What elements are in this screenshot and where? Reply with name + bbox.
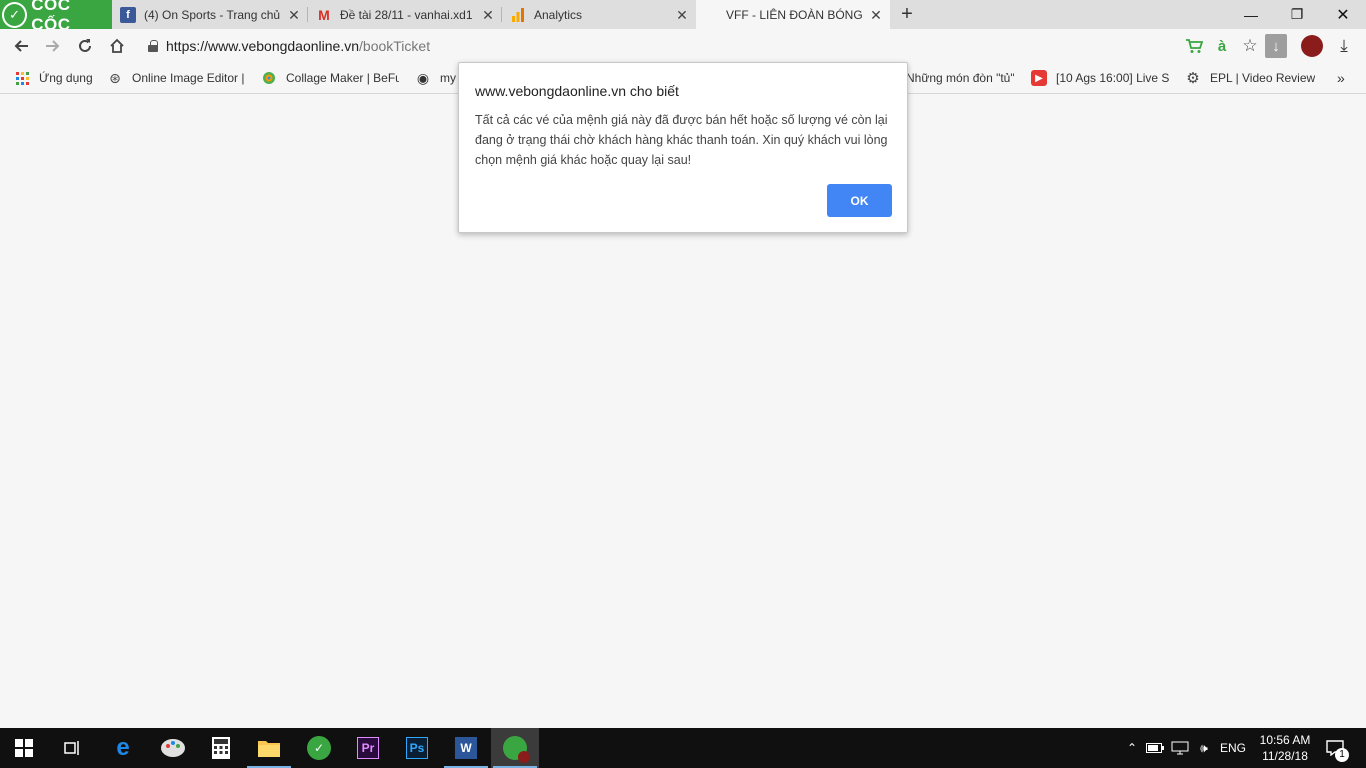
windows-icon: [15, 739, 33, 757]
calculator-taskbar-button[interactable]: [197, 728, 245, 768]
close-tab-icon[interactable]: ✕: [674, 7, 690, 23]
action-center-button[interactable]: 1: [1320, 728, 1350, 768]
reload-icon: [79, 39, 91, 52]
bookmarks-overflow-chevron-icon[interactable]: »: [1337, 69, 1345, 87]
file-explorer-icon: [258, 741, 280, 757]
tab-title: (4) On Sports - Trang chủ: [144, 7, 280, 22]
bookmark-live-stream[interactable]: ▶ [10 Ags 16:00] Live St: [1031, 69, 1169, 87]
paint-taskbar-button[interactable]: [149, 728, 197, 768]
clock-date: 11/28/18: [1262, 749, 1308, 763]
vietnamese-input-icon[interactable]: à: [1211, 33, 1233, 59]
windows-taskbar: e ✓ Pr Ps W ⌃ 🕪 ENG 10:56 AM 11/28/18 1: [0, 728, 1366, 768]
gmail-icon: M: [318, 6, 330, 23]
bookmark-label: Collage Maker | BeFu: [286, 71, 399, 85]
close-window-button[interactable]: ✕: [1320, 0, 1366, 29]
coccoc-active-taskbar-button[interactable]: [491, 728, 539, 768]
close-tab-icon[interactable]: ✕: [286, 7, 302, 23]
video-icon: ▶: [1031, 70, 1047, 86]
forward-arrow-icon: [46, 40, 60, 52]
bookmark-my[interactable]: ◉ my: [415, 69, 457, 87]
notification-badge: 1: [1335, 748, 1349, 762]
photoshop-taskbar-button[interactable]: Ps: [393, 728, 441, 768]
home-button[interactable]: [104, 33, 130, 59]
tab-title: VFF - LIÊN ĐOÀN BÓNG ĐÁ: [726, 7, 862, 22]
url-host: https://www.vebongdaonline.vn: [166, 38, 360, 54]
aperture-icon: ⊛: [109, 69, 121, 86]
file-explorer-taskbar-button[interactable]: [245, 728, 293, 768]
battery-icon[interactable]: [1144, 728, 1166, 768]
minimize-button[interactable]: —: [1228, 0, 1274, 29]
bookmark-label: Ứng dụng: [39, 71, 93, 85]
facebook-icon: f: [120, 6, 136, 23]
browser-toolbar: https://www.vebongdaonline.vn/bookTicket: [0, 29, 1366, 62]
reload-button[interactable]: [72, 33, 98, 59]
tab-gmail[interactable]: M Đề tài 28/11 - vanhai.xd1 ✕: [308, 0, 502, 29]
premiere-icon: Pr: [357, 737, 379, 759]
back-button[interactable]: [8, 33, 34, 59]
bookmark-label: Online Image Editor |: [132, 71, 245, 85]
home-icon: [110, 38, 124, 53]
start-button[interactable]: [0, 728, 48, 768]
analytics-icon: [510, 7, 526, 23]
bookmark-online-image-editor[interactable]: ⊛ Online Image Editor |: [107, 69, 245, 87]
tab-on-sports[interactable]: f (4) On Sports - Trang chủ ✕: [112, 0, 308, 29]
photoshop-icon: Ps: [406, 737, 428, 759]
gear-icon: ⚙: [1186, 70, 1200, 87]
volleyball-icon: ◉: [416, 69, 430, 86]
network-icon[interactable]: [1168, 728, 1192, 768]
bookmark-nhung-mon-don[interactable]: Những món đòn "tủ": [906, 69, 1014, 87]
task-view-icon: [64, 741, 79, 755]
downloads-icon[interactable]: ⤓: [1333, 33, 1355, 59]
lock-icon: [148, 40, 158, 52]
calculator-icon: [212, 737, 230, 759]
taskbar-clock[interactable]: 10:56 AM 11/28/18: [1250, 732, 1320, 764]
address-bar[interactable]: https://www.vebongdaonline.vn/bookTicket: [140, 33, 1290, 59]
tab-strip: ✓ CỐC CỐC f (4) On Sports - Trang chủ ✕ …: [0, 0, 1366, 34]
volume-icon[interactable]: 🕪: [1193, 728, 1215, 768]
close-tab-icon[interactable]: ✕: [868, 7, 884, 23]
bookmark-label: Những món đòn "tủ": [906, 71, 1014, 85]
apps-icon: [14, 70, 30, 86]
word-taskbar-button[interactable]: W: [442, 728, 490, 768]
dialog-title: www.vebongdaonline.vn cho biết: [475, 83, 679, 99]
restore-button[interactable]: ❐: [1274, 0, 1320, 29]
tab-vff[interactable]: VFF - LIÊN ĐOÀN BÓNG ĐÁ ✕: [696, 0, 890, 29]
tab-title: Analytics: [534, 7, 583, 22]
tab-analytics[interactable]: Analytics ✕: [502, 0, 696, 29]
forward-button[interactable]: [40, 33, 66, 59]
bookmark-apps[interactable]: Ứng dụng: [14, 69, 93, 87]
clock-time: 10:56 AM: [1259, 733, 1311, 747]
tab-title: Đề tài 28/11 - vanhai.xd1: [340, 7, 473, 22]
edge-taskbar-button[interactable]: e: [99, 728, 147, 768]
word-icon: W: [455, 737, 477, 759]
bookmark-label: EPL | Video Review: [1210, 71, 1315, 85]
ok-button[interactable]: OK: [827, 184, 892, 217]
befunky-icon: [261, 70, 277, 86]
premiere-taskbar-button[interactable]: Pr: [344, 728, 392, 768]
url-path: /bookTicket: [359, 38, 431, 54]
bookmark-label: my: [440, 71, 456, 85]
back-arrow-icon: [14, 40, 28, 52]
alert-dialog: www.vebongdaonline.vn cho biết Tất cả cá…: [458, 62, 908, 233]
coccoc-logo-icon: ✓: [2, 1, 28, 28]
dialog-message: Tất cả các vé của mệnh giá này đã được b…: [475, 113, 888, 167]
download-extension-icon[interactable]: ↓: [1265, 34, 1287, 58]
close-tab-icon[interactable]: ✕: [480, 7, 496, 23]
bookmark-label: [10 Ags 16:00] Live St: [1056, 71, 1169, 85]
shopping-cart-icon[interactable]: [1183, 33, 1205, 59]
edge-icon: e: [116, 734, 130, 761]
profile-avatar[interactable]: [1301, 35, 1323, 57]
coccoc-taskbar-button[interactable]: ✓: [295, 728, 343, 768]
bookmark-epl-video-review[interactable]: ⚙ EPL | Video Review: [1185, 69, 1315, 87]
bookmark-star-icon[interactable]: ☆: [1239, 33, 1261, 59]
coccoc-icon: ✓: [307, 736, 331, 760]
show-hidden-icons-chevron-icon[interactable]: ⌃: [1122, 728, 1142, 768]
new-tab-button[interactable]: +: [896, 3, 918, 25]
coccoc-brand[interactable]: ✓ CỐC CỐC: [0, 0, 112, 34]
task-view-button[interactable]: [48, 728, 96, 768]
coccoc-profile-icon: [503, 736, 530, 763]
bookmark-collage-maker[interactable]: Collage Maker | BeFu: [261, 69, 399, 87]
language-indicator[interactable]: ENG: [1217, 728, 1249, 768]
paint-icon: [161, 739, 185, 757]
